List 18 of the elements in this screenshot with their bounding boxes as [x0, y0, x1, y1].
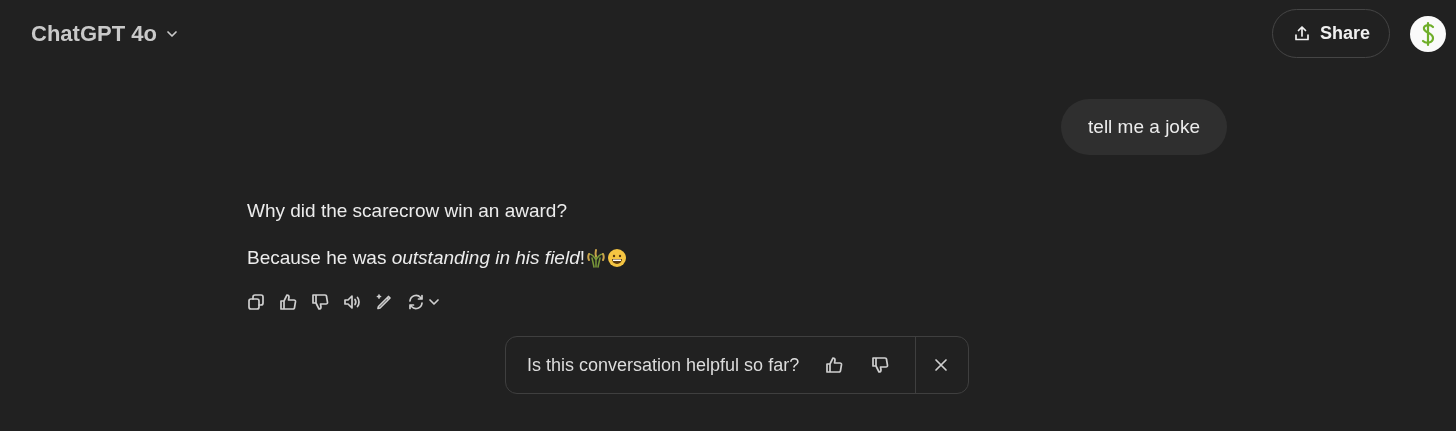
feedback-question: Is this conversation helpful so far?: [527, 354, 800, 376]
close-icon[interactable]: [934, 358, 949, 372]
thumbs-up-icon[interactable]: [825, 356, 844, 374]
model-selector[interactable]: ChatGPT 4o: [31, 20, 179, 47]
grinning-face-icon: [607, 248, 627, 268]
thumbs-down-icon[interactable]: [871, 356, 890, 374]
regenerate-icon[interactable]: [407, 293, 441, 311]
wheat-sheaf-icon: [586, 248, 606, 268]
user-avatar[interactable]: [1410, 15, 1446, 52]
thumbs-down-icon[interactable]: [311, 293, 329, 311]
user-message: tell me a joke: [1061, 99, 1227, 155]
assistant-message: Why did the scarecrow win an award?: [247, 200, 567, 222]
pencil-icon[interactable]: [375, 293, 393, 311]
upload-icon: [1292, 24, 1311, 43]
copy-icon[interactable]: [247, 293, 265, 311]
assistant-message: Because he was outstanding in his field!: [247, 247, 585, 269]
speaker-icon[interactable]: [343, 293, 361, 311]
thumbs-up-icon[interactable]: [279, 293, 297, 311]
